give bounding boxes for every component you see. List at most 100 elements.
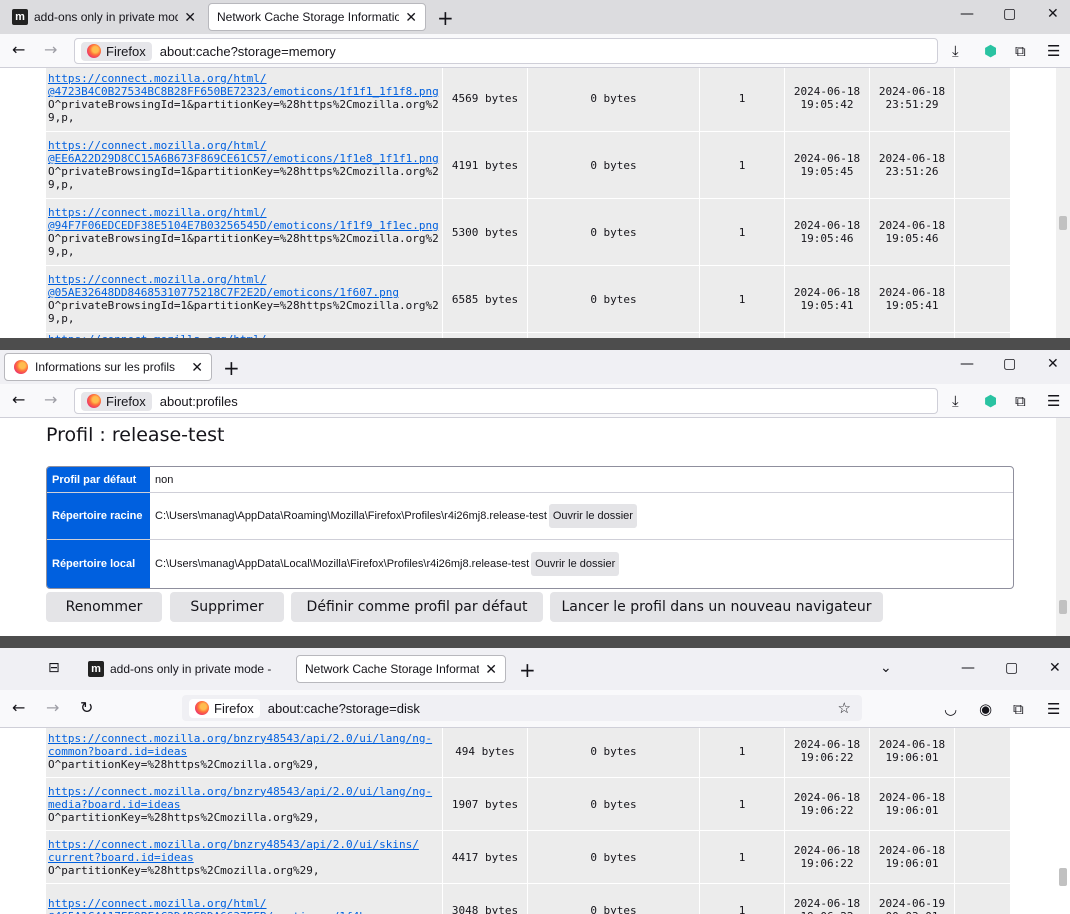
cache-entry-link[interactable]: common?board.id=ideas	[48, 745, 187, 758]
cache-key-text: 9,p,	[48, 178, 75, 191]
cache-entry-link[interactable]: @4723B4C0B27534BC8B28FF650BE72323/emotic…	[48, 85, 439, 98]
identity-box[interactable]: Firefox	[81, 41, 152, 61]
cache-entry-link[interactable]: current?board.id=ideas	[48, 851, 194, 864]
identity-box[interactable]: Firefox	[81, 391, 152, 411]
bookmark-star-icon[interactable]: ☆	[838, 699, 851, 717]
mozilla-m-icon: m	[12, 9, 28, 25]
close-icon[interactable]: ✕	[479, 661, 497, 678]
open-root-folder-button[interactable]: Ouvrir le dossier	[548, 504, 637, 528]
cache-entry-link[interactable]: @465A1C4A17EE9BFAC2D4BCDDA6637EFB/emotic…	[48, 910, 399, 914]
tab-addons-private[interactable]: m add-ons only in private mode -	[80, 655, 290, 683]
forward-arrow-icon[interactable]: →	[44, 390, 57, 409]
row-header: Profil par défaut	[47, 467, 150, 492]
last-modified-cell: 2024-06-1900:03:01	[869, 883, 955, 914]
extensions-puzzle-icon[interactable]: ⧉	[1015, 42, 1026, 60]
last-fetched-cell: 2024-06-18 19:05:42	[784, 68, 870, 132]
back-arrow-icon[interactable]: ←	[12, 390, 25, 409]
cache-entry-link[interactable]: https://connect.mozilla.org/html/	[48, 139, 267, 152]
delete-button[interactable]: Supprimer	[170, 592, 284, 622]
date-text: 2024-06-18	[878, 286, 946, 299]
expires-cell	[954, 777, 1011, 831]
extensions-puzzle-icon[interactable]: ⧉	[1013, 700, 1024, 718]
forward-arrow-icon[interactable]: →	[44, 40, 57, 59]
download-icon[interactable]: ⤓	[952, 392, 959, 410]
close-window-icon[interactable]: ✕	[1049, 660, 1061, 676]
menu-hamburger-icon[interactable]: ☰	[1047, 42, 1060, 60]
scrollbar[interactable]	[1056, 68, 1070, 338]
cache-entry-link[interactable]: https://connect.mozilla.org/bnzry48543/a…	[48, 785, 432, 798]
menu-hamburger-icon[interactable]: ☰	[1047, 700, 1060, 718]
cache-key-cell: https://connect.mozilla.org/html/@4723B4…	[45, 68, 443, 132]
download-icon[interactable]: ⤓	[952, 42, 959, 60]
pocket-icon[interactable]: ◡	[944, 700, 957, 718]
cache-key-cell: https://connect.mozilla.org/html/@465A1C…	[45, 883, 443, 914]
scrollbar[interactable]	[1056, 728, 1070, 914]
close-window-icon[interactable]: ✕	[1047, 356, 1059, 372]
time-text: 19:06:22	[800, 804, 854, 817]
cache-entry-link[interactable]: @05AE32648DD84685310775218C7F2E2D/emotic…	[48, 286, 399, 299]
row-value: C:\Users\manag\AppData\Roaming\Mozilla\F…	[150, 493, 1013, 539]
fetch-count-cell: 1	[699, 265, 785, 333]
cache-entry-link[interactable]: https://connect.mozilla.org/html/	[48, 897, 267, 910]
close-window-icon[interactable]: ✕	[1047, 6, 1059, 22]
cache-entry-link[interactable]: https://connect.mozilla.org/html/	[48, 72, 267, 85]
scroll-thumb[interactable]	[1059, 868, 1067, 886]
cache-entry-link[interactable]: https://connect.mozilla.org/bnzry48543/a…	[48, 838, 419, 851]
tab-network-cache[interactable]: Network Cache Storage Information ✕	[208, 3, 426, 31]
rename-button[interactable]: Renommer	[46, 592, 162, 622]
minimize-icon[interactable]: —	[961, 660, 975, 676]
new-tab-plus-icon[interactable]: +	[223, 356, 240, 380]
memory-size-cell: 0 bytes	[527, 883, 700, 914]
tab-addons-private[interactable]: m add-ons only in private mode - ✕	[4, 3, 204, 31]
maximize-icon[interactable]: ▢	[1003, 356, 1016, 372]
reload-icon[interactable]: ↻	[80, 698, 93, 717]
scrollbar[interactable]	[1056, 418, 1070, 636]
launch-profile-button[interactable]: Lancer le profil dans un nouveau navigat…	[550, 592, 883, 622]
tab-network-cache[interactable]: Network Cache Storage Information ✕	[296, 655, 506, 683]
back-arrow-icon[interactable]: ←	[12, 698, 25, 717]
new-tab-plus-icon[interactable]: +	[519, 658, 536, 682]
browser-window-memory-cache: m add-ons only in private mode - ✕ Netwo…	[0, 0, 1070, 338]
open-local-folder-button[interactable]: Ouvrir le dossier	[531, 552, 620, 576]
account-icon[interactable]: ◉	[979, 700, 992, 718]
tab-overview-icon[interactable]: ⊟	[48, 660, 60, 676]
scroll-thumb[interactable]	[1059, 600, 1067, 614]
maximize-icon[interactable]: ▢	[1005, 660, 1018, 676]
new-tab-plus-icon[interactable]: +	[437, 6, 454, 30]
menu-hamburger-icon[interactable]: ☰	[1047, 392, 1060, 410]
list-all-tabs-chevron-icon[interactable]: ⌄	[880, 660, 892, 676]
cache-entry-link[interactable]: https://connect.mozilla.org/html/	[48, 273, 267, 286]
cache-entry-link[interactable]: https://connect.mozilla.org/bnzry48543/a…	[48, 732, 432, 745]
cache-entry-link[interactable]: @EE6A22D29D8CC15A6B673F869CE61C57/emotic…	[48, 152, 439, 165]
profile-info-table: Profil par défaut non Répertoire racine …	[46, 466, 1014, 589]
close-icon[interactable]: ✕	[399, 9, 417, 26]
cache-entry-link[interactable]: @94F7F06EDCEDF38E5104E7B03256545D/emotic…	[48, 219, 439, 232]
forward-arrow-icon[interactable]: →	[46, 698, 59, 717]
url-bar[interactable]: Firefox about:profiles	[74, 388, 938, 414]
cache-key-cell: https://connect.mozilla.org/html/@EE6A22…	[45, 131, 443, 199]
close-icon[interactable]: ✕	[178, 9, 196, 26]
minimize-icon[interactable]: —	[960, 356, 974, 372]
url-bar[interactable]: Firefox about:cache?storage=memory	[74, 38, 938, 64]
cache-key-text: 9,p,	[48, 312, 75, 325]
cache-entry-link[interactable]: media?board.id=ideas	[48, 798, 180, 811]
memory-size-cell: 0 bytes	[527, 131, 700, 199]
minimize-icon[interactable]: —	[960, 6, 974, 22]
data-size-cell: 4191 bytes	[442, 131, 528, 199]
back-arrow-icon[interactable]: ←	[12, 40, 25, 59]
tab-profiles[interactable]: Informations sur les profils ✕	[4, 353, 212, 381]
expires-cell	[954, 883, 1011, 914]
shield-icon[interactable]: ⬢	[984, 392, 997, 410]
url-bar[interactable]: Firefox about:cache?storage=disk ☆	[182, 695, 862, 721]
identity-box[interactable]: Firefox	[189, 698, 260, 718]
maximize-icon[interactable]: ▢	[1003, 6, 1016, 22]
cache-entry-link[interactable]: https://connect.mozilla.org/html/	[48, 206, 267, 219]
close-icon[interactable]: ✕	[185, 359, 203, 376]
extensions-puzzle-icon[interactable]: ⧉	[1015, 392, 1026, 410]
set-default-button[interactable]: Définir comme profil par défaut	[291, 592, 543, 622]
row-header: Répertoire local	[47, 540, 150, 588]
date-text: 2024-06-18	[878, 152, 946, 165]
shield-icon[interactable]: ⬢	[984, 42, 997, 60]
scroll-thumb[interactable]	[1059, 216, 1067, 230]
tab-title: add-ons only in private mode -	[110, 662, 272, 676]
